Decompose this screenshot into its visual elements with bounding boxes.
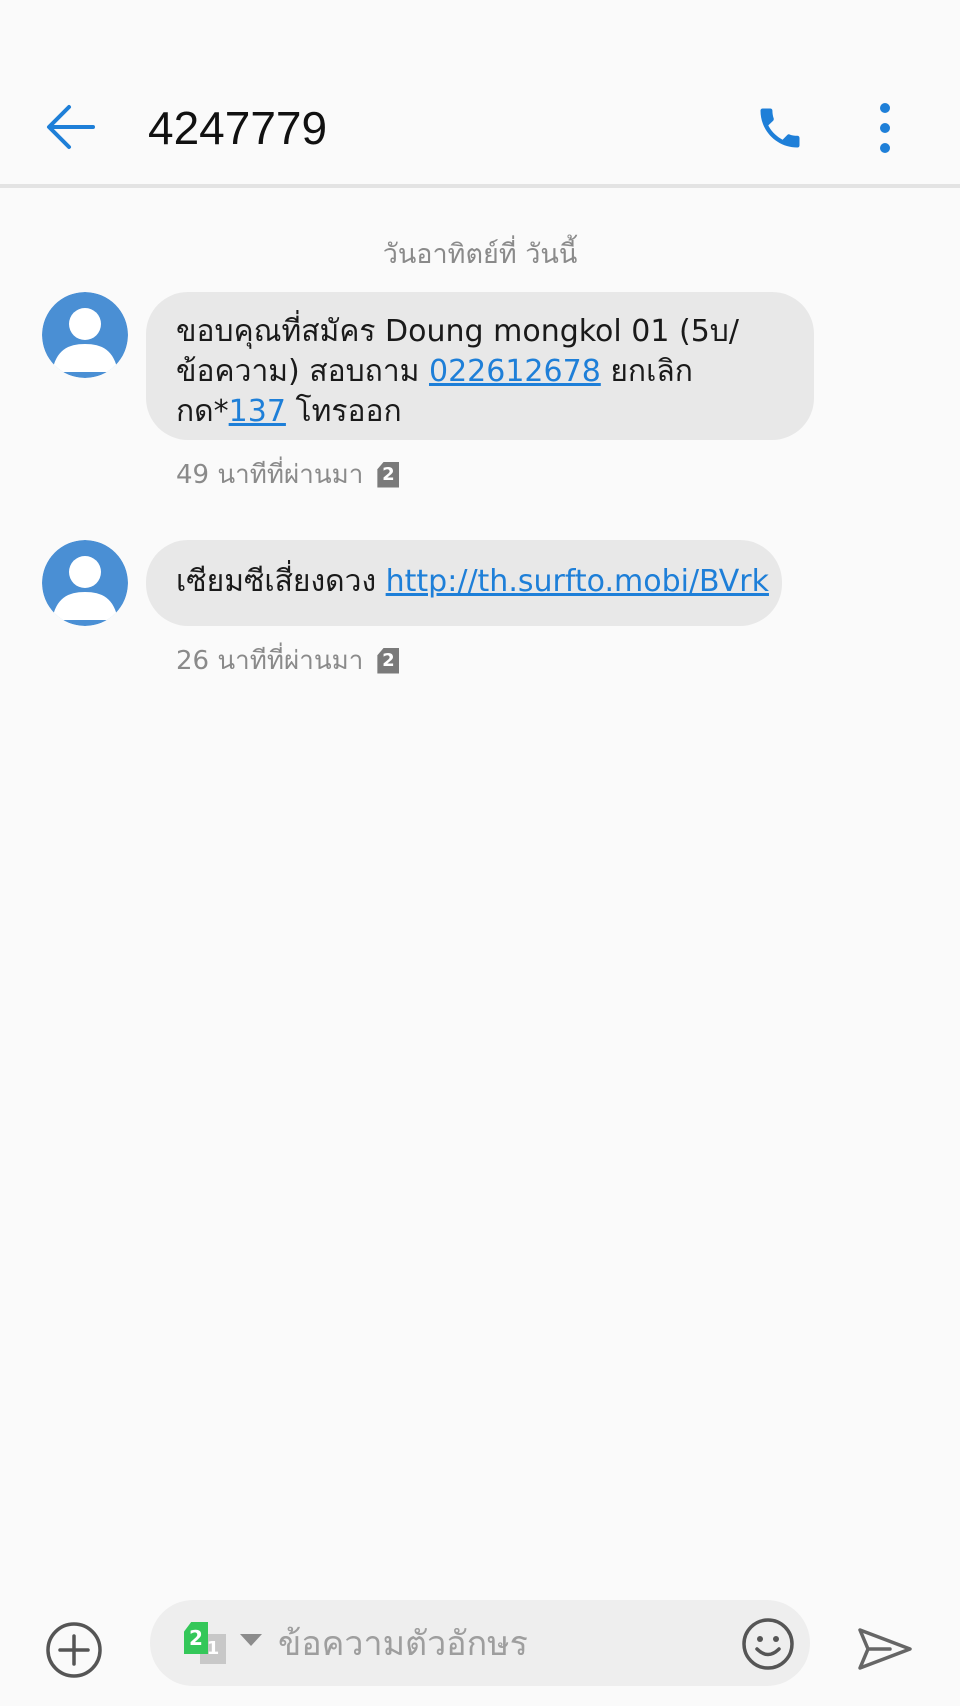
back-button[interactable] [40,96,102,158]
message-timestamp: 49 นาทีที่ผ่านมา [176,460,364,490]
send-icon [858,1628,912,1670]
plus-circle-icon [46,1622,102,1678]
message-timestamp: 26 นาทีที่ผ่านมา [176,646,364,676]
sim-card-icon: 2 [377,461,400,488]
app-header: 4247779 [0,0,960,188]
sim-card-icon: 2 [377,647,400,674]
emoji-icon [742,1618,794,1670]
person-icon [42,292,128,378]
phone-link[interactable]: 022612678 [429,354,601,389]
sim-selector[interactable]: 2 1 [184,1620,274,1666]
person-icon [42,540,128,626]
add-attachment-button[interactable] [44,1620,104,1680]
message-bubble[interactable]: ขอบคุณที่สมัคร Doung mongkol 01 (5บ/ข้อค… [146,292,814,440]
message-input[interactable] [276,1618,680,1670]
dropdown-caret-icon [240,1634,262,1646]
avatar[interactable] [42,540,128,626]
arrow-left-icon [47,105,95,149]
send-button[interactable] [856,1620,914,1678]
message-text: เซียมซีเสี่ยงดวง [176,564,386,599]
day-separator: วันอาทิตย์ที่ วันนี้ [382,239,578,270]
emoji-button[interactable] [740,1616,796,1672]
compose-field: 2 1 [150,1600,810,1686]
more-options-button[interactable] [860,96,910,160]
avatar[interactable] [42,292,128,378]
message-bubble[interactable]: เซียมซีเสี่ยงดวง http://th.surfto.mobi/B… [146,540,782,626]
composer-bar: 2 1 [0,1590,960,1706]
message-meta: 26 นาทีที่ผ่านมา 2 [176,640,400,681]
more-vertical-icon [880,103,890,153]
message-meta: 49 นาทีที่ผ่านมา 2 [176,454,400,495]
contact-title: 4247779 [148,102,328,154]
call-button[interactable] [748,96,812,160]
url-link[interactable]: http://th.surfto.mobi/BVrk [386,564,769,599]
ussd-link[interactable]: 137 [229,394,286,429]
phone-icon [760,108,800,148]
message-text: โทรออก [285,394,402,429]
sim-active-icon: 2 [184,1622,208,1654]
